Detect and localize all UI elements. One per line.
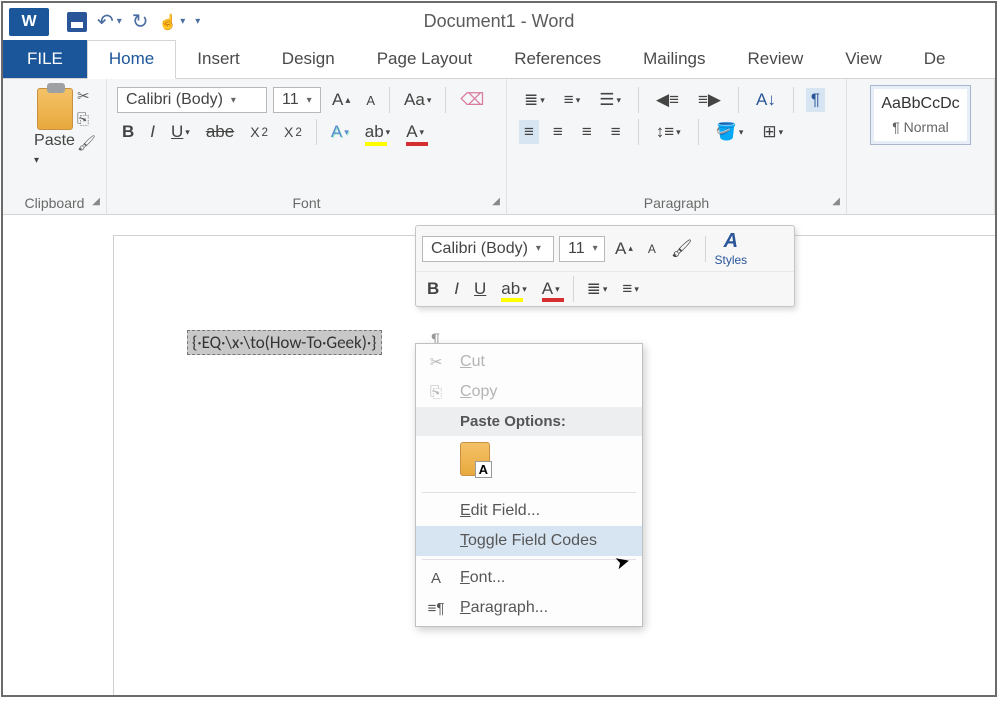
mini-highlight[interactable]: ab▾ bbox=[496, 277, 531, 301]
tab-references[interactable]: References bbox=[493, 41, 622, 78]
justify-button[interactable]: ≡ bbox=[606, 120, 626, 144]
paragraph-launcher[interactable]: ◢ bbox=[832, 196, 840, 207]
multilevel-button[interactable]: ☰▾ bbox=[594, 88, 626, 112]
ctx-copy[interactable]: ⎘Copy bbox=[416, 377, 642, 407]
save-button[interactable] bbox=[67, 12, 87, 32]
cut-button[interactable]: ✂ bbox=[77, 87, 96, 105]
mini-font-color[interactable]: A▾ bbox=[537, 277, 565, 301]
window-title: Document1 - Word bbox=[424, 11, 575, 32]
ctx-paste-options-header: Paste Options: bbox=[416, 407, 642, 436]
ctx-edit-field[interactable]: Edit Field... bbox=[416, 496, 642, 526]
bold-button[interactable]: B bbox=[117, 120, 139, 144]
tab-file[interactable]: FILE bbox=[3, 40, 87, 78]
subscript-button[interactable]: X2 bbox=[245, 122, 273, 142]
quick-access-toolbar: ↶▾ ↻ ☝▾ ▾ bbox=[67, 9, 200, 34]
shrink-font-button[interactable]: A bbox=[361, 91, 380, 110]
font-launcher[interactable]: ◢ bbox=[492, 196, 500, 207]
underline-button[interactable]: U▾ bbox=[166, 120, 195, 144]
tab-view[interactable]: View bbox=[824, 41, 903, 78]
tab-developer[interactable]: De bbox=[903, 41, 967, 78]
touch-mode-button[interactable]: ☝▾ bbox=[159, 13, 186, 31]
paste-icon[interactable] bbox=[37, 88, 73, 130]
save-icon bbox=[67, 12, 87, 32]
tab-mailings[interactable]: Mailings bbox=[622, 41, 726, 78]
paragraph-icon: ≡¶ bbox=[426, 600, 446, 617]
title-bar: W ↶▾ ↻ ☝▾ ▾ Document1 - Word bbox=[3, 3, 995, 40]
copy-icon: ⎘ bbox=[426, 384, 446, 401]
group-label-paragraph: Paragraph bbox=[513, 192, 840, 214]
sort-button[interactable]: A↓ bbox=[751, 88, 781, 112]
undo-button[interactable]: ↶▾ bbox=[97, 9, 122, 34]
show-marks-button[interactable]: ¶ bbox=[806, 88, 825, 112]
ribbon-tabs: FILE Home Insert Design Page Layout Refe… bbox=[3, 40, 995, 79]
mini-bullets[interactable]: ≣▾ bbox=[582, 277, 613, 301]
superscript-button[interactable]: X2 bbox=[279, 122, 307, 142]
font-color-button[interactable]: A▾ bbox=[401, 120, 429, 144]
paste-label[interactable]: Paste▾ bbox=[34, 132, 75, 168]
line-spacing-button[interactable]: ↕≡▾ bbox=[651, 120, 686, 144]
borders-button[interactable]: ⊞▾ bbox=[757, 120, 788, 144]
mini-toolbar: Calibri (Body)▾ 11▾ A▴ A 🖌 AStyles B I U… bbox=[415, 225, 795, 307]
font-name-combo[interactable]: Calibri (Body)▾ bbox=[117, 87, 267, 113]
mini-numbering[interactable]: ≡▾ bbox=[617, 277, 643, 301]
redo-button[interactable]: ↻ bbox=[132, 9, 149, 34]
tab-review[interactable]: Review bbox=[726, 41, 824, 78]
align-center-button[interactable]: ≡ bbox=[548, 120, 568, 144]
shading-button[interactable]: 🪣▾ bbox=[711, 120, 749, 144]
mini-format-painter[interactable]: 🖌 bbox=[666, 237, 698, 261]
group-styles: AaBbCcDc ¶ Normal bbox=[847, 79, 995, 214]
group-clipboard: Paste▾ ✂ ⎘ 🖌 Clipboard ◢ bbox=[3, 79, 107, 214]
format-painter-button[interactable]: 🖌 bbox=[77, 134, 96, 152]
mini-italic[interactable]: I bbox=[449, 277, 464, 301]
paste-text-icon bbox=[460, 442, 490, 476]
mini-size-combo[interactable]: 11▾ bbox=[559, 236, 605, 262]
italic-button[interactable]: I bbox=[145, 120, 160, 144]
style-normal[interactable]: AaBbCcDc ¶ Normal bbox=[870, 85, 970, 145]
clear-formatting-button[interactable]: ⌫ bbox=[455, 88, 489, 112]
align-left-button[interactable]: ≡ bbox=[519, 120, 539, 144]
change-case-button[interactable]: Aa▾ bbox=[399, 88, 436, 112]
highlight-button[interactable]: ab▾ bbox=[360, 120, 395, 144]
tab-insert[interactable]: Insert bbox=[176, 41, 261, 78]
ctx-font[interactable]: AFont... bbox=[416, 563, 642, 593]
font-icon: A bbox=[426, 570, 446, 587]
ctx-toggle-field-codes[interactable]: Toggle Field Codes bbox=[416, 526, 642, 556]
tab-page-layout[interactable]: Page Layout bbox=[356, 41, 493, 78]
tab-home[interactable]: Home bbox=[87, 40, 176, 79]
mini-bold[interactable]: B bbox=[422, 277, 444, 301]
text-effects-button[interactable]: A▾ bbox=[326, 120, 354, 144]
scissors-icon: ✂ bbox=[426, 353, 446, 371]
mini-grow-font[interactable]: A▴ bbox=[610, 237, 638, 261]
group-font: Calibri (Body)▾ 11▾ A▴ A Aa▾ ⌫ B I U▾ ab… bbox=[107, 79, 507, 214]
mini-underline[interactable]: U bbox=[469, 277, 491, 301]
qat-customize-button[interactable]: ▾ bbox=[195, 16, 200, 27]
group-label-clipboard: Clipboard bbox=[25, 192, 85, 214]
mini-shrink-font[interactable]: A bbox=[643, 240, 661, 258]
field-code-text[interactable]: {·EQ·\x·\to(How-To·Geek)·} bbox=[187, 330, 382, 355]
decrease-indent-button[interactable]: ◀≡ bbox=[651, 88, 684, 112]
copy-button[interactable]: ⎘ bbox=[77, 111, 96, 128]
word-logo-icon: W bbox=[9, 8, 49, 36]
font-size-combo[interactable]: 11▾ bbox=[273, 87, 321, 113]
mini-font-combo[interactable]: Calibri (Body)▾ bbox=[422, 236, 554, 262]
ctx-paragraph[interactable]: ≡¶Paragraph... bbox=[416, 593, 642, 623]
increase-indent-button[interactable]: ≡▶ bbox=[693, 88, 726, 112]
ctx-paste-keep-text[interactable] bbox=[416, 436, 642, 489]
grow-font-button[interactable]: A▴ bbox=[327, 88, 355, 112]
align-right-button[interactable]: ≡ bbox=[577, 120, 597, 144]
ctx-cut[interactable]: ✂Cut bbox=[416, 347, 642, 377]
tab-design[interactable]: Design bbox=[261, 41, 356, 78]
numbering-button[interactable]: ≡▾ bbox=[559, 88, 585, 112]
group-paragraph: ≣▾ ≡▾ ☰▾ ◀≡ ≡▶ A↓ ¶ ≡ ≡ ≡ ≡ ↕≡▾ 🪣▾ ⊞ bbox=[507, 79, 847, 214]
group-label-font: Font bbox=[113, 192, 500, 214]
clipboard-launcher[interactable]: ◢ bbox=[92, 196, 100, 207]
bullets-button[interactable]: ≣▾ bbox=[519, 88, 550, 112]
strikethrough-button[interactable]: abe bbox=[201, 120, 239, 144]
ribbon: Paste▾ ✂ ⎘ 🖌 Clipboard ◢ Calibri (Body)▾… bbox=[3, 79, 995, 215]
context-menu: ✂Cut ⎘Copy Paste Options: Edit Field... … bbox=[415, 343, 643, 627]
mini-styles-label[interactable]: Styles bbox=[714, 253, 747, 267]
